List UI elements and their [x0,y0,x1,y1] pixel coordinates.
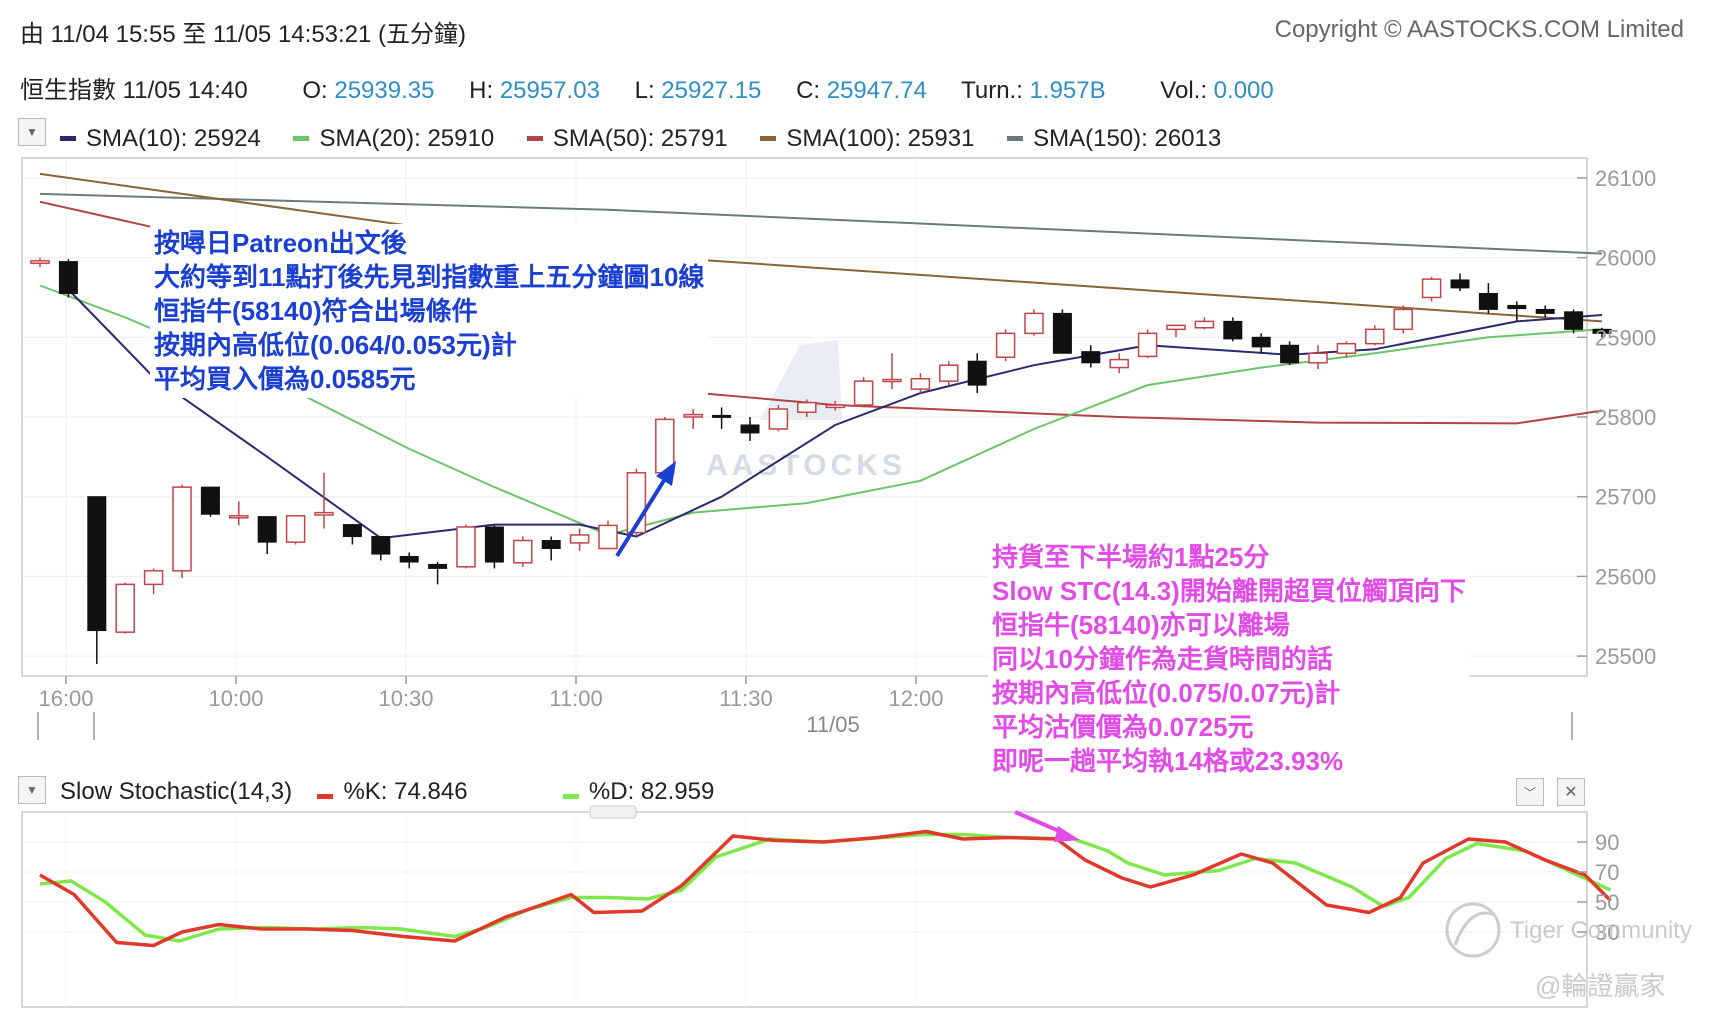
annotation-line: 即呢一趟平均執14格或23.93% [992,746,1344,776]
annotation-line: 按期內高低位(0.075/0.07元)計 [992,678,1341,708]
entry-annotation: 按噚日Patreon出文後 大約等到11點打後先見到指數重上五分鐘圖10線 恒指… [150,224,709,398]
annotation-line: 平均沽價價為0.0725元 [992,712,1254,742]
annotation-line: 持貨至下半場約1點25分 [992,542,1270,572]
annotation-line: 恒指牛(58140)符合出場條件 [154,296,478,326]
annotation-line: 大約等到11點打後先見到指數重上五分鐘圖10線 [154,262,705,292]
panel-drag-handle[interactable] [589,805,637,819]
stoch-y-tick-label: 90 [1595,830,1619,855]
handle-text: @輪證贏家 [1535,971,1665,1001]
annotation-line: 同以10分鐘作為走貨時間的話 [992,644,1333,674]
annotation-line: 恒指牛(58140)亦可以離場 [992,610,1290,640]
exit-annotation: 持貨至下半場約1點25分 Slow STC(14.3)開始離開超買位觸頂向下 恒… [988,538,1470,780]
annotation-line: Slow STC(14.3)開始離開超買位觸頂向下 [992,576,1466,606]
annotation-line: 按噚日Patreon出文後 [154,228,407,258]
stochastic-chart: 90705030 Tiger Community @輪證贏家 [21,805,1692,1008]
stoch-y-tick-label: 50 [1595,890,1619,915]
annotation-line: 平均買入價為0.0585元 [154,364,416,394]
tiger-community-text: Tiger Community [1510,917,1692,944]
annotation-line: 按期內高低位(0.064/0.053元)計 [154,330,517,360]
stoch-y-tick-label: 70 [1595,860,1619,885]
